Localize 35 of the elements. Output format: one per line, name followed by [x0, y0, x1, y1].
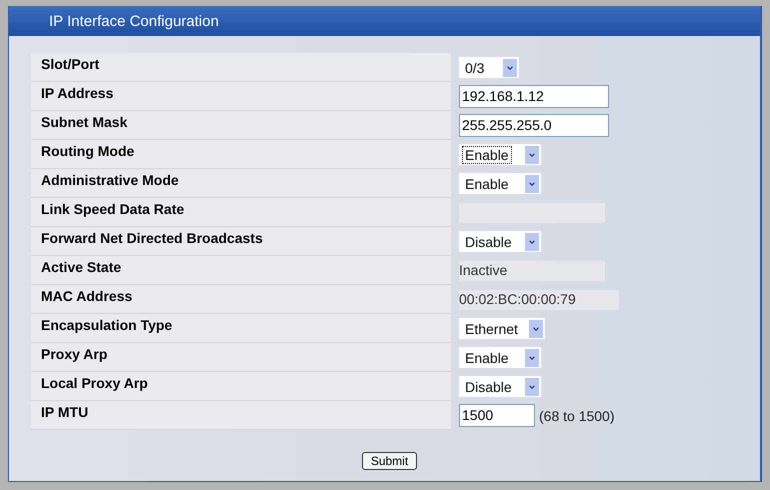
field-label: IP MTU	[31, 401, 451, 430]
dropdown[interactable]: Disable	[459, 231, 541, 252]
chevron-down-icon	[525, 146, 539, 164]
dropdown[interactable]: 0/3	[459, 57, 519, 78]
field-label: Active State	[31, 256, 451, 285]
chevron-down-icon	[525, 378, 539, 396]
field-label: Routing Mode	[31, 140, 451, 169]
readonly-field: Inactive	[459, 260, 605, 280]
field-label: Link Speed Data Rate	[31, 198, 451, 227]
chevron-down-icon	[503, 58, 517, 76]
submit-button[interactable]: Submit	[362, 452, 418, 470]
dropdown[interactable]: Ethernet	[459, 318, 545, 339]
input-field[interactable]: 192.168.1.12	[459, 85, 609, 108]
chevron-down-icon	[525, 174, 539, 192]
dropdown[interactable]: Enable	[459, 173, 541, 194]
dropdown[interactable]: Disable	[459, 376, 541, 397]
field-label: Subnet Mask	[31, 111, 451, 140]
field-label: Local Proxy Arp	[31, 372, 451, 401]
input-field[interactable]: 255.255.255.0	[459, 114, 609, 137]
readonly-field: 00:02:BC:00:00:79	[459, 290, 619, 310]
dropdown[interactable]: Enable	[459, 144, 541, 165]
field-label: MAC Address	[31, 285, 451, 314]
input-field[interactable]: 1500	[459, 404, 535, 427]
chevron-down-icon	[525, 232, 539, 250]
field-label: Administrative Mode	[31, 169, 451, 198]
field-label: IP Address	[31, 82, 451, 111]
field-label: Proxy Arp	[31, 343, 451, 372]
range-hint: (68 to 1500)	[539, 408, 614, 424]
dropdown[interactable]: Enable	[459, 347, 541, 368]
panel-title: IP Interface Configuration	[49, 12, 219, 30]
field-label: Encapsulation Type	[31, 314, 451, 343]
field-label: Forward Net Directed Broadcasts	[31, 227, 451, 256]
chevron-down-icon	[525, 348, 539, 366]
chevron-down-icon	[529, 320, 543, 338]
field-label: Slot/Port	[31, 53, 451, 82]
